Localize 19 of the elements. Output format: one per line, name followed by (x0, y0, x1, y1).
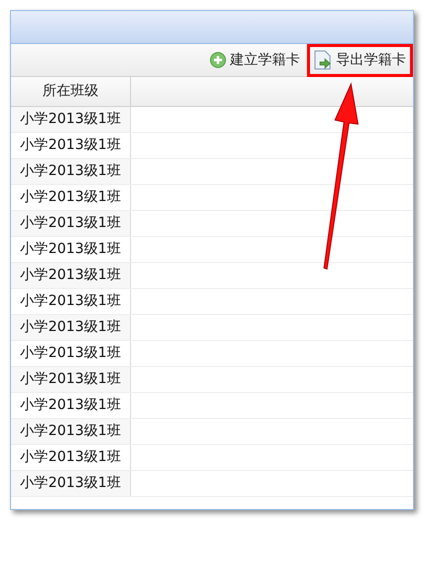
table-cell: 小学2013级1班 (11, 445, 131, 470)
table-cell: 小学2013级1班 (11, 315, 131, 340)
table-cell: 小学2013级1班 (11, 263, 131, 288)
table-cell: 小学2013级1班 (11, 237, 131, 262)
table-cell: 小学2013级1班 (11, 185, 131, 210)
table-cell: 小学2013级1班 (11, 107, 131, 132)
document-arrow-icon (314, 50, 332, 70)
table-cell: 小学2013级1班 (11, 367, 131, 392)
table-cell: 小学2013级1班 (11, 471, 131, 496)
table-cell: 小学2013级1班 (11, 419, 131, 444)
table-cell: 小学2013级1班 (11, 133, 131, 158)
table-cell: 小学2013级1班 (11, 393, 131, 418)
toolbar-button[interactable]: 导出学籍卡 (307, 44, 413, 76)
plus-icon (210, 52, 226, 68)
table-cell: 小学2013级1班 (11, 341, 131, 366)
table-cell: 小学2013级1班 (11, 289, 131, 314)
table-cell: 小学2013级1班 (11, 211, 131, 236)
table-cell: 小学2013级1班 (11, 159, 131, 184)
toolbar-button[interactable]: 建立学籍卡 (203, 44, 307, 76)
